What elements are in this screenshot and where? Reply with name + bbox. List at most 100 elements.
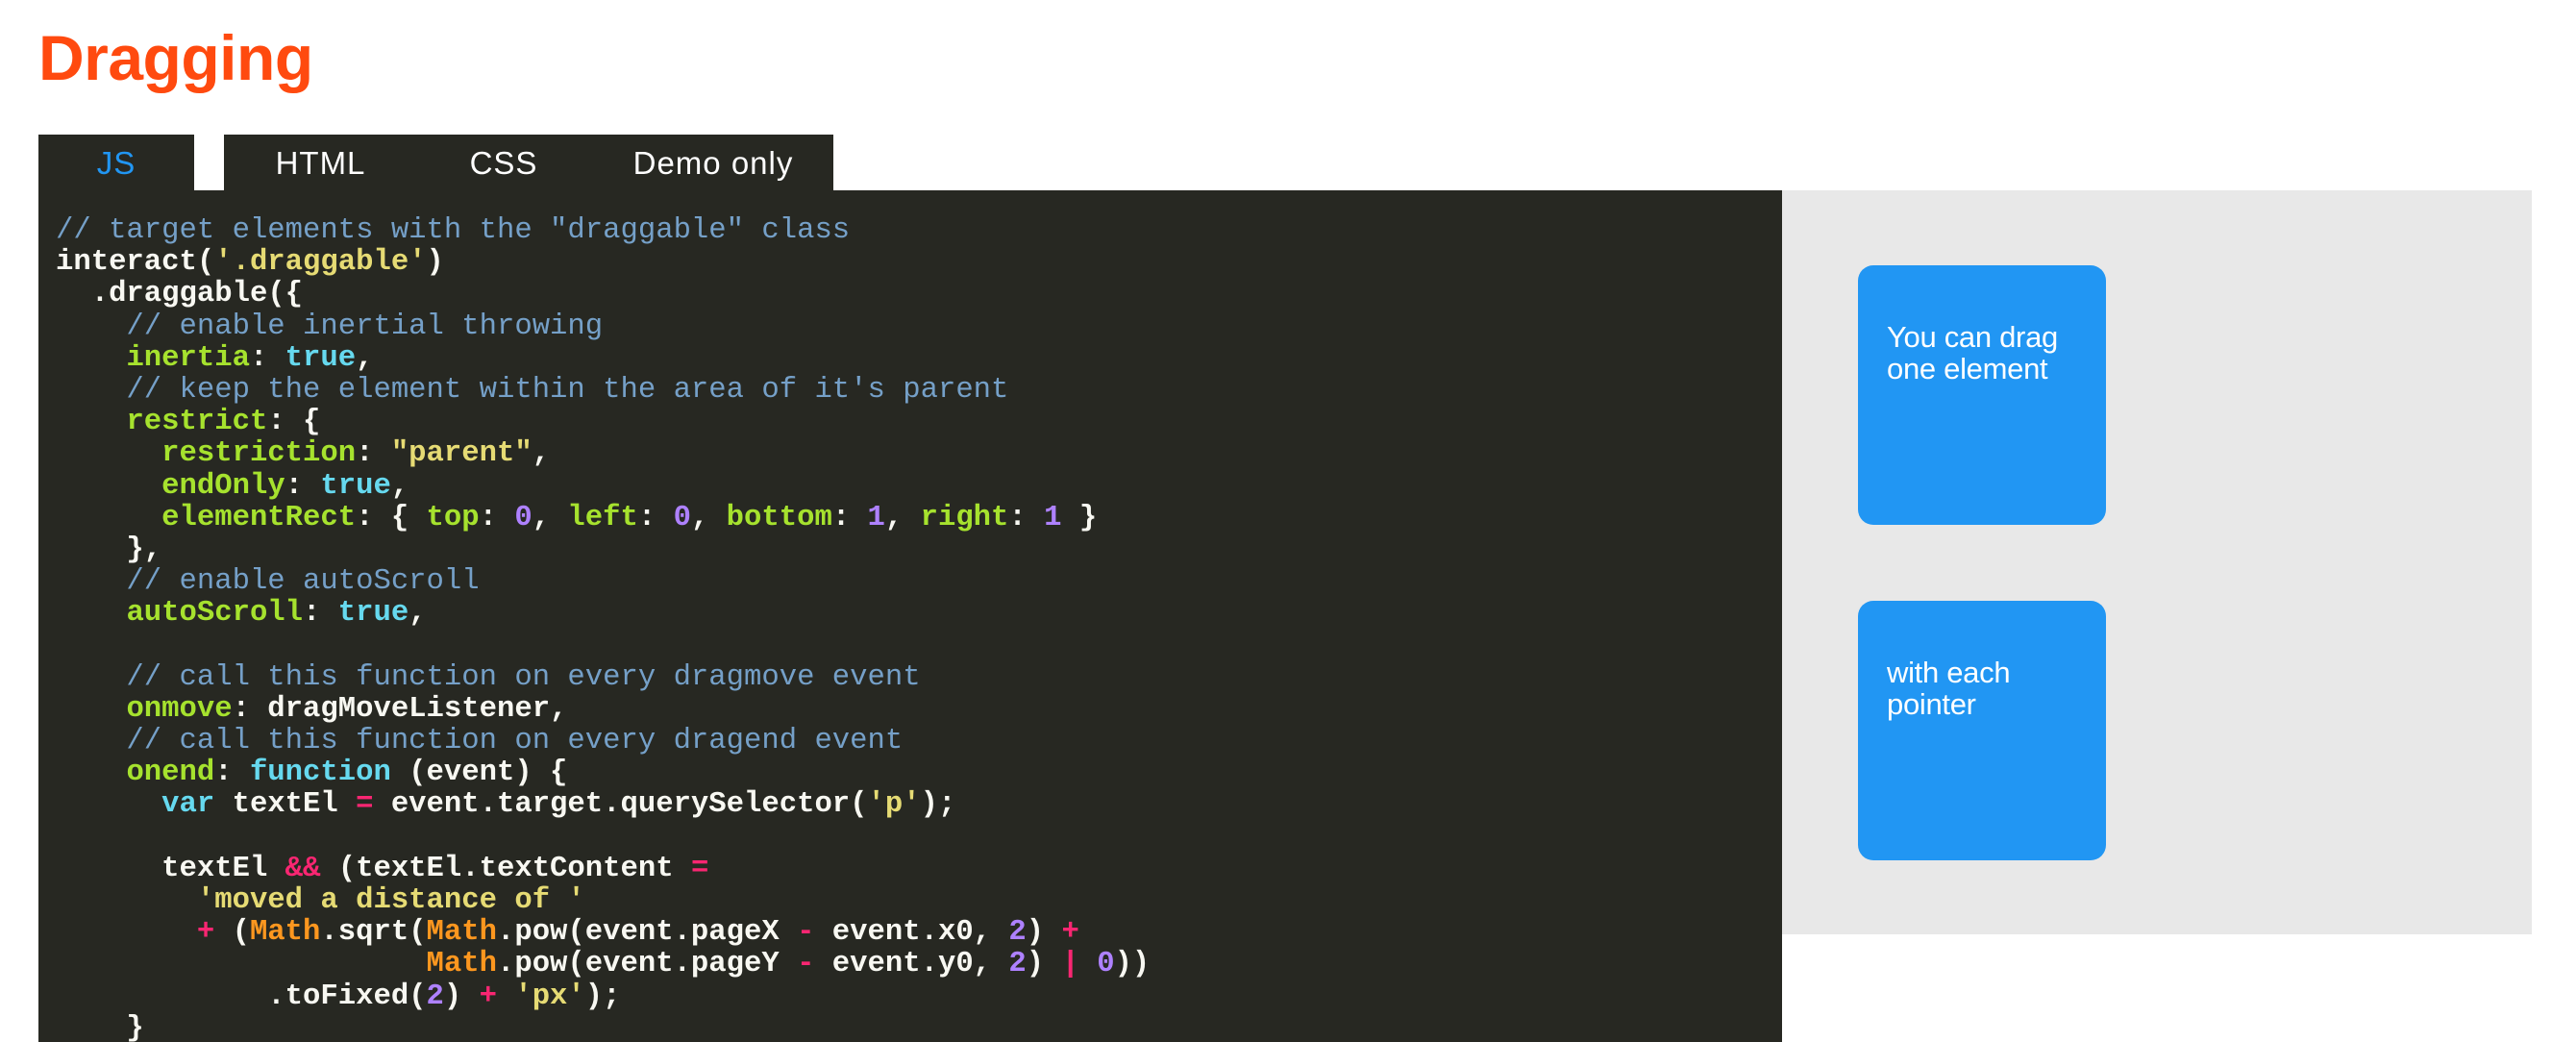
code-line: inertia: true, <box>56 341 1150 375</box>
draggable-box-1[interactable]: You can drag one element <box>1858 265 2106 525</box>
code-token: ) <box>426 246 444 280</box>
code-token: 1 <box>1044 501 1062 534</box>
code-token: .sqrt( <box>320 916 427 950</box>
code-token: : <box>303 597 338 631</box>
code-token: event.y0, <box>814 948 1009 981</box>
code-token: restriction <box>161 437 357 471</box>
code-token: .toFixed( <box>56 980 427 1013</box>
tab-demo-only[interactable]: Demo only <box>593 135 833 190</box>
code-token: top <box>426 501 480 534</box>
code-token: + <box>479 980 497 1013</box>
code-token: 2 <box>426 980 444 1013</box>
code-token: interact( <box>56 246 215 280</box>
code-token: : <box>831 501 868 534</box>
code-line: .draggable({ <box>56 279 1150 310</box>
code-line: } <box>56 1011 1150 1042</box>
code-token: 2 <box>1008 948 1027 981</box>
code-token: 'moved a distance of ' <box>196 883 585 917</box>
code-token: , <box>390 469 409 503</box>
tab-css[interactable]: CSS <box>408 135 600 190</box>
code-token: Math <box>249 916 321 950</box>
code-line: // enable inertial throwing <box>56 310 1150 343</box>
code-token: 'p' <box>867 788 921 822</box>
code-token: "parent" <box>390 437 533 471</box>
code-token: restrict <box>126 406 268 439</box>
draggable-box-2[interactable]: with each pointer <box>1858 601 2106 860</box>
code-token: // enable autoScroll <box>56 565 480 599</box>
code-token: ); <box>920 788 956 822</box>
code-token: Math <box>426 916 497 950</box>
code-line: var textEl = event.target.querySelector(… <box>56 789 1150 821</box>
code-line: restriction: "parent", <box>56 438 1150 470</box>
code-token: )) <box>1114 948 1151 981</box>
code-token: true <box>337 597 409 631</box>
code-token: onend <box>126 757 215 790</box>
code-token: 'px' <box>514 980 585 1013</box>
code-token: onmove <box>126 692 233 726</box>
code-token: .pow(event.pageX <box>496 916 798 950</box>
code-line: endOnly: true, <box>56 469 1150 503</box>
code-token: } <box>56 1011 144 1042</box>
code-token: : <box>285 469 321 503</box>
code-token: : <box>479 501 515 534</box>
code-token: 0 <box>673 501 691 534</box>
code-token: , <box>409 597 427 631</box>
code-token: ); <box>584 980 621 1013</box>
code-token: + <box>196 916 215 950</box>
code-token: right <box>920 501 1009 534</box>
code-token: Math <box>426 948 497 981</box>
code-token: (textEl.textContent <box>320 852 691 885</box>
code-token: && <box>285 852 321 885</box>
code-token: ( <box>214 916 250 950</box>
code-token: // target elements with the "draggable" … <box>56 214 851 247</box>
code-token: | <box>1061 948 1079 981</box>
code-token: .pow(event.pageY <box>496 948 798 981</box>
code-token: bottom <box>726 501 832 534</box>
code-token: : <box>356 437 391 471</box>
code-line: // keep the element within the area of i… <box>56 373 1150 407</box>
draggable-box-2-text: with each pointer <box>1887 656 2011 721</box>
code-line: // target elements with the "draggable" … <box>56 214 1150 247</box>
code-token: , <box>356 341 374 375</box>
code-token: : <box>637 501 674 534</box>
code-token: + <box>1061 916 1079 950</box>
code-block: // target elements with the "draggable" … <box>56 214 1151 1042</box>
code-line: restrict: { <box>56 407 1150 438</box>
code-token: true <box>285 341 357 375</box>
code-line: elementRect: { top: 0, left: 0, bottom: … <box>56 501 1150 534</box>
code-token: // keep the element within the area of i… <box>56 373 1009 407</box>
code-token: textEl <box>214 788 357 822</box>
code-token: '.draggable' <box>214 246 427 280</box>
code-token: endOnly <box>161 469 285 503</box>
tab-html[interactable]: HTML <box>224 135 417 190</box>
code-line: textEl && (textEl.textContent = <box>56 852 1150 885</box>
code-token: left <box>567 501 638 534</box>
code-token: ) <box>1026 916 1062 950</box>
tab-js[interactable]: JS <box>38 135 194 190</box>
code-token: : { <box>267 406 321 439</box>
code-panel[interactable]: // target elements with the "draggable" … <box>38 190 1782 1042</box>
code-line: autoScroll: true, <box>56 598 1150 630</box>
code-token: var <box>161 788 215 822</box>
code-token: , <box>884 501 921 534</box>
code-token: elementRect <box>161 501 357 534</box>
code-token: autoScroll <box>126 597 304 631</box>
code-line: + (Math.sqrt(Math.pow(event.pageX - even… <box>56 917 1150 949</box>
code-token: event.x0, <box>814 916 1009 950</box>
code-token: , <box>532 437 551 471</box>
page-title: Dragging <box>38 22 313 93</box>
code-token: true <box>320 469 391 503</box>
